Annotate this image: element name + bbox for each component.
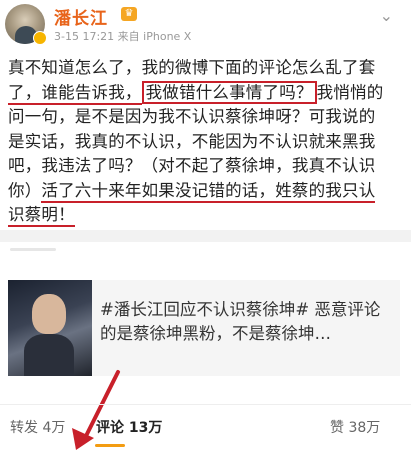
post-line-underlined: 了，谁能告诉我，	[8, 82, 142, 105]
author-name[interactable]: 潘长江	[54, 4, 108, 29]
tab-like[interactable]: 赞 38万	[330, 417, 380, 437]
tab-bar: 转发 4万 评论 13万 赞 38万	[0, 404, 411, 440]
post-body: 真不知道怎么了，我的微博下面的评论怎么乱了套 了，谁能告诉我， 我做错什么事情了吗…	[8, 56, 404, 228]
repost-card[interactable]: #潘长江回应不认识蔡徐坤# 恶意评论的是蔡徐坤黑粉，不是蔡徐坤…	[8, 280, 400, 376]
device-name: iPhone X	[143, 30, 192, 43]
vip-crown-icon: ♛	[121, 7, 137, 21]
active-tab-underline	[95, 444, 125, 447]
highlight-box: 我做错什么事情了吗？	[141, 80, 317, 104]
tab-comment-count: 13万	[128, 420, 163, 436]
post-line-underlined: 活了六十来年如果没记错的话，姓蔡的我只认	[41, 180, 376, 203]
post-header: 潘长江 ♛ 3-15 17:21 来自 iPhone X ⌄	[0, 0, 411, 50]
tab-repost[interactable]: 转发 4万	[10, 417, 65, 437]
tab-comment-label: 评论	[96, 420, 124, 436]
post-line: 是实话，我真的不认识，不能因为不认识就来黑我	[8, 131, 376, 151]
post-line: 了，谁能告诉我， 我做错什么事情了吗？ 我悄悄的	[8, 80, 404, 106]
post-line-segment: 你）	[8, 180, 42, 200]
card-thumbnail	[8, 280, 92, 376]
post-line: 问一句，是不是因为我不认识蔡徐坤呀？可我说的	[8, 107, 376, 126]
post-line: 吧，我违法了吗？（对不起了蔡徐坤，我真不认识	[8, 156, 376, 175]
post-meta: 3-15 17:21 来自 iPhone X	[54, 28, 191, 44]
source-prefix: 来自	[117, 30, 140, 43]
verified-badge-icon	[33, 31, 47, 45]
repost-bar	[0, 242, 411, 264]
post-line: 真不知道怎么了，我的微博下面的评论怎么乱了套	[8, 58, 376, 77]
post-line: 识蔡明！	[8, 203, 404, 228]
tab-comment[interactable]: 评论 13万	[96, 417, 162, 437]
chevron-down-icon[interactable]: ⌄	[380, 6, 393, 25]
post-line: 你）活了六十来年如果没记错的话，姓蔡的我只认	[8, 179, 404, 204]
post-time: 3-15 17:21	[54, 30, 115, 43]
section-divider	[0, 230, 411, 242]
post-line-underlined: 识蔡明！	[8, 205, 75, 227]
post-line-segment: 我悄悄的	[316, 82, 384, 102]
card-text: #潘长江回应不认识蔡徐坤# 恶意评论的是蔡徐坤黑粉，不是蔡徐坤…	[100, 300, 381, 343]
